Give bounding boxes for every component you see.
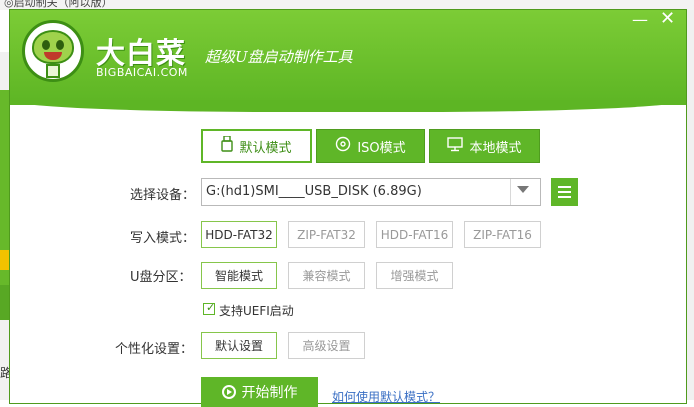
menu-line xyxy=(558,186,571,188)
menu-line xyxy=(558,196,571,198)
minimize-button[interactable]: — xyxy=(632,10,648,29)
disc-icon xyxy=(335,136,351,156)
menu-icon[interactable] xyxy=(551,178,578,206)
play-icon xyxy=(221,385,236,399)
start-button[interactable]: 开始制作 xyxy=(201,377,318,407)
brand-url: BIGBAICAI.COM xyxy=(96,66,188,79)
tab-label: 默认模式 xyxy=(239,140,292,156)
device-label: 选择设备： xyxy=(130,188,196,203)
uefi-checkbox-label[interactable]: 支持UEFI启动 xyxy=(219,302,294,319)
personalize-label: 个性化设置： xyxy=(115,342,194,357)
check-icon: ✓ xyxy=(206,301,216,314)
background-window-right-edge xyxy=(686,10,694,400)
mascot-eye-left xyxy=(42,40,50,50)
menu-line xyxy=(558,191,571,193)
usb-drive-icon xyxy=(221,135,234,156)
default-settings-button[interactable]: 默认设置 xyxy=(201,332,277,359)
partition-enhanced-mode[interactable]: 增强模式 xyxy=(376,262,453,289)
tab-default-mode[interactable]: 默认模式 xyxy=(201,129,312,163)
mascot-eye-right xyxy=(56,40,64,50)
write-mode-zip-fat32[interactable]: ZIP-FAT32 xyxy=(288,221,365,248)
partition-smart-mode[interactable]: 智能模式 xyxy=(201,262,277,289)
advanced-settings-button[interactable]: 高级设置 xyxy=(288,332,365,359)
mascot-stem xyxy=(46,64,60,78)
start-button-label: 开始制作 xyxy=(241,385,298,401)
close-button[interactable]: ✕ xyxy=(660,8,675,29)
write-mode-hdd-fat32[interactable]: HDD-FAT32 xyxy=(201,221,277,248)
chevron-down-icon[interactable] xyxy=(517,186,529,193)
tab-local-mode[interactable]: 本地模式 xyxy=(429,129,540,163)
help-link[interactable]: 如何使用默认模式？ xyxy=(332,388,440,405)
device-select-value: G:(hd1)SMI____USB_DISK (6.89G) xyxy=(206,184,422,199)
tab-iso-mode[interactable]: ISO模式 xyxy=(316,129,425,163)
partition-label: U盘分区： xyxy=(130,270,192,285)
select-divider xyxy=(510,179,511,205)
monitor-icon xyxy=(447,136,464,156)
write-mode-label: 写入模式： xyxy=(130,231,196,246)
uefi-checkbox[interactable]: ✓ xyxy=(203,301,216,315)
partition-compatible-mode[interactable]: 兼容模式 xyxy=(288,262,365,289)
write-mode-zip-fat16[interactable]: ZIP-FAT16 xyxy=(464,221,541,248)
tab-label: ISO模式 xyxy=(357,140,406,156)
tab-label: 本地模式 xyxy=(469,140,522,156)
write-mode-hdd-fat16[interactable]: HDD-FAT16 xyxy=(376,221,453,248)
slogan: 超级U盘启动制作工具 xyxy=(205,48,353,66)
